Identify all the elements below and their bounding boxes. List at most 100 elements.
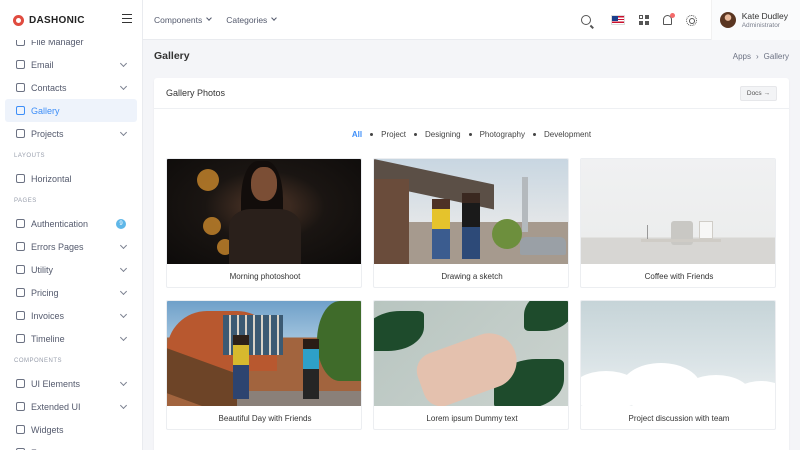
breadcrumb: Apps › Gallery: [733, 52, 789, 61]
menu-categories[interactable]: Categories: [226, 14, 278, 25]
photo-couple-walking[interactable]: [374, 159, 568, 264]
chevron-down-icon: [271, 14, 278, 21]
sidebar: File Manager Email Contacts Gallery Projects…: [0, 0, 143, 450]
sidebar-item-utility[interactable]: Utility: [0, 258, 142, 281]
gallery-item[interactable]: Drawing a sketch: [373, 158, 569, 288]
topbar: Components Categories Kate Dudley Admini…: [143, 0, 800, 40]
photo-friends-outdoors[interactable]: [167, 301, 361, 406]
sidebar-item-projects[interactable]: Projects: [0, 122, 142, 145]
sidebar-item-label: Email: [31, 59, 54, 70]
gallery-item[interactable]: Project discussion with team: [580, 300, 776, 430]
photo-caption: Project discussion with team: [628, 414, 730, 423]
user-menu[interactable]: Kate Dudley Administrator: [710, 0, 800, 40]
sidebar-item-label: Gallery: [31, 105, 60, 116]
menu-components-label: Components: [154, 14, 203, 25]
gallery-item[interactable]: Coffee with Friends: [580, 158, 776, 288]
chevron-down-icon: [119, 310, 128, 319]
separator-dot-icon: [468, 133, 472, 136]
apps-grid-icon[interactable]: [638, 15, 649, 25]
briefcase-icon: [16, 129, 25, 138]
nav-section-title: Pages: [14, 198, 37, 204]
contacts-icon: [16, 83, 25, 92]
chevron-down-icon: [206, 14, 213, 21]
page-title: Gallery: [154, 50, 190, 62]
chevron-down-icon: [119, 128, 128, 137]
chevron-down-icon: [119, 378, 128, 387]
sidebar-item-timeline[interactable]: Timeline: [0, 327, 142, 350]
filter-photography[interactable]: Photography: [480, 130, 525, 139]
brand[interactable]: DASHONIC: [0, 0, 142, 40]
breadcrumb-apps[interactable]: Apps: [733, 52, 751, 61]
photo-caption: Drawing a sketch: [441, 272, 503, 281]
alert-icon: [16, 242, 25, 251]
clock-icon: [16, 334, 25, 343]
sidebar-item-widgets[interactable]: Widgets: [0, 418, 142, 441]
gallery-item[interactable]: Beautiful Day with Friends: [166, 300, 362, 430]
sidebar-item-errors-pages[interactable]: Errors Pages: [0, 235, 142, 258]
photo-woman-bokeh[interactable]: [167, 159, 361, 264]
sidebar-item-forms[interactable]: Forms: [0, 441, 142, 450]
breadcrumb-current: Gallery: [763, 51, 789, 61]
photo-hand-leaves[interactable]: [374, 301, 568, 406]
settings-gear-icon[interactable]: [685, 14, 697, 26]
invoice-icon: [16, 311, 25, 320]
sidebar-item-label: Timeline: [31, 333, 65, 344]
count-badge: 9: [116, 219, 126, 229]
filter-development[interactable]: Development: [544, 130, 591, 139]
filter-designing[interactable]: Designing: [425, 130, 461, 139]
gallery-item[interactable]: Lorem ipsum Dummy text: [373, 300, 569, 430]
sidebar-item-extended-ui[interactable]: Extended UI: [0, 395, 142, 418]
sidebar-item-label: Invoices: [31, 310, 65, 321]
chevron-down-icon: [119, 287, 128, 296]
sidebar-item-authentication[interactable]: Authentication 9: [0, 212, 142, 235]
nav-section-title: Layouts: [14, 153, 46, 159]
separator-dot-icon: [532, 133, 536, 136]
chevron-down-icon: [119, 264, 128, 273]
brand-name: DASHONIC: [29, 14, 85, 26]
chevron-down-icon: [119, 401, 128, 410]
us-flag-icon[interactable]: [610, 15, 625, 25]
gallery-item[interactable]: Morning photoshoot: [166, 158, 362, 288]
menu-components[interactable]: Components: [154, 14, 213, 25]
avatar: [719, 12, 736, 28]
menu-categories-label: Categories: [226, 14, 268, 25]
photo-clouds[interactable]: [581, 301, 775, 406]
sidebar-item-email[interactable]: Email: [0, 53, 142, 76]
sidebar-item-label: Widgets: [31, 424, 64, 435]
sidebar-item-label: Errors Pages: [31, 241, 84, 252]
sidebar-nav: File Manager Email Contacts Gallery Projects…: [0, 30, 142, 450]
photo-caption: Beautiful Day with Friends: [218, 414, 312, 423]
sidebar-item-label: Authentication: [31, 218, 89, 229]
breadcrumb-separator-icon: ›: [755, 51, 759, 61]
filter-project[interactable]: Project: [381, 130, 406, 139]
search-icon[interactable]: [580, 15, 591, 25]
sidebar-item-pricing[interactable]: Pricing: [0, 281, 142, 304]
settings-icon: [16, 402, 25, 411]
sidebar-item-label: UI Elements: [31, 378, 81, 389]
separator-dot-icon: [370, 133, 374, 136]
card-title: Gallery Photos: [166, 88, 226, 98]
filter-all[interactable]: All: [352, 130, 362, 139]
gallery-card: Gallery Photos Docs → All Project Designin…: [154, 78, 789, 450]
sidebar-item-ui-elements[interactable]: UI Elements: [0, 372, 142, 395]
separator-dot-icon: [414, 133, 418, 136]
file-icon: [16, 265, 25, 274]
image-icon: [16, 106, 25, 115]
menu-toggle-icon[interactable]: [122, 14, 132, 23]
sidebar-item-contacts[interactable]: Contacts: [0, 76, 142, 99]
chevron-down-icon: [119, 59, 128, 68]
box-icon: [16, 379, 25, 388]
tag-icon: [16, 288, 25, 297]
chevron-down-icon: [119, 333, 128, 342]
chevron-down-icon: [119, 82, 128, 91]
photo-minimal-desk[interactable]: [581, 159, 775, 264]
mail-icon: [16, 60, 25, 69]
layout-icon: [16, 174, 25, 183]
sidebar-item-label: Horizontal: [31, 173, 72, 184]
sidebar-item-invoices[interactable]: Invoices: [0, 304, 142, 327]
notification-bell-icon[interactable]: [662, 13, 675, 25]
sidebar-item-gallery[interactable]: Gallery: [5, 99, 137, 122]
docs-button[interactable]: Docs →: [739, 85, 777, 101]
sidebar-item-horizontal[interactable]: Horizontal: [0, 167, 142, 190]
sidebar-item-label: Contacts: [31, 82, 67, 93]
